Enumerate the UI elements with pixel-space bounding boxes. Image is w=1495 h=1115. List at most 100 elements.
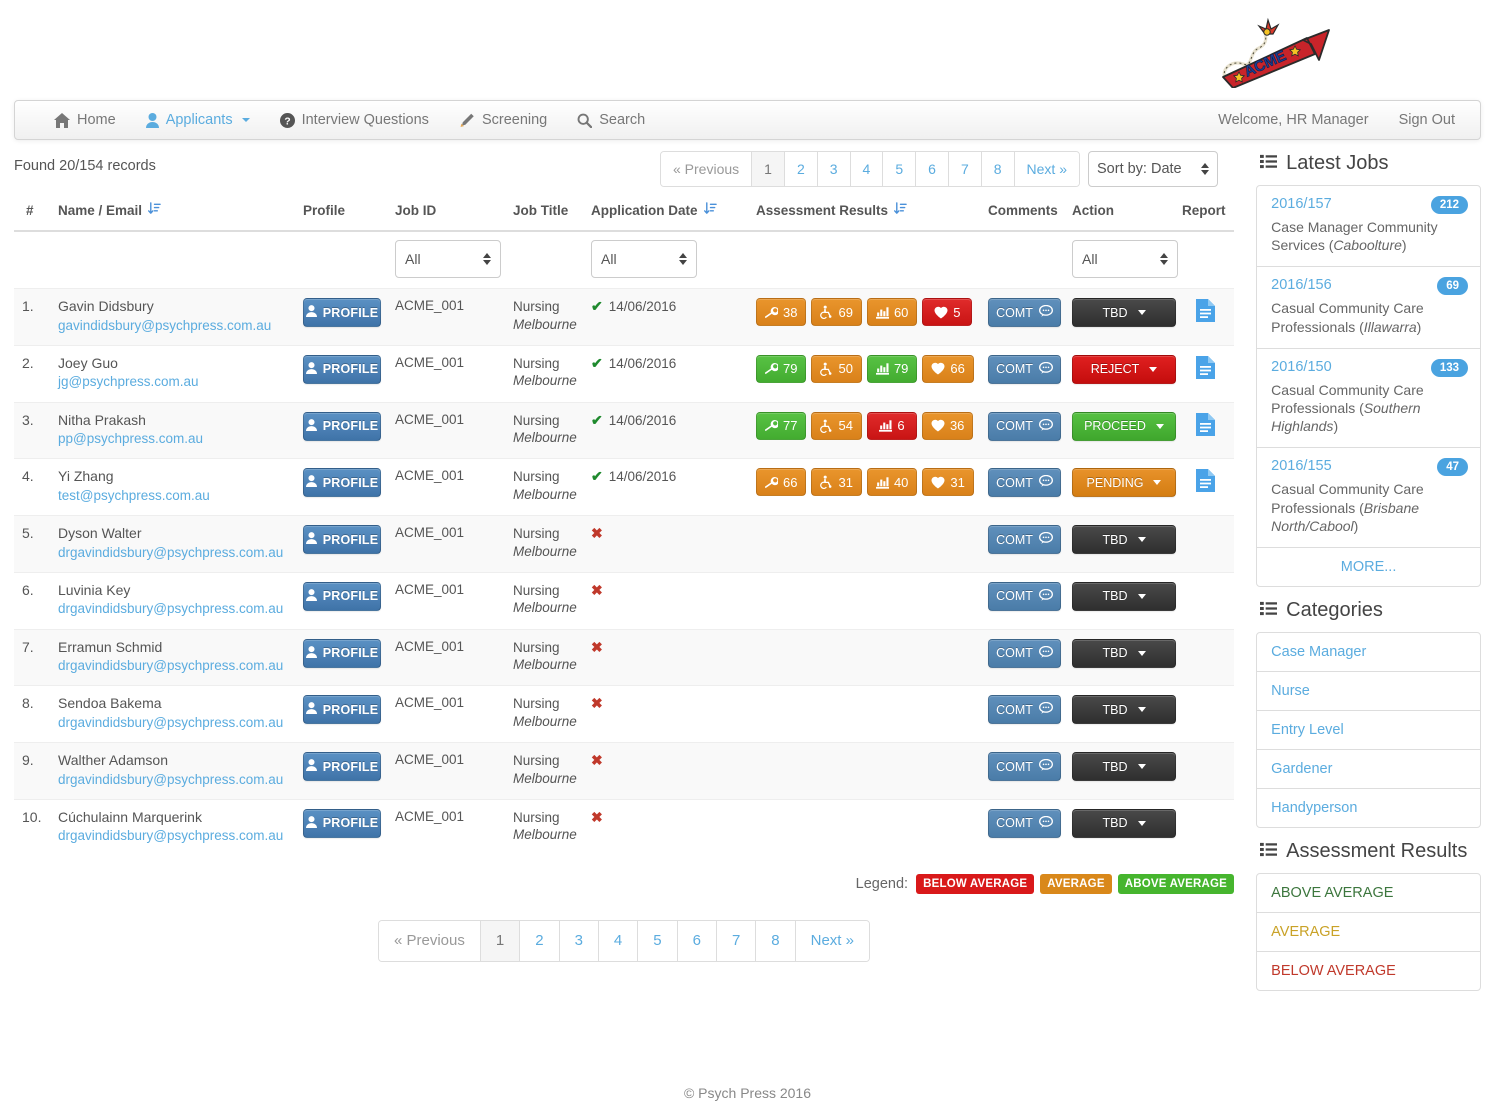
sign-out-link[interactable]: Sign Out: [1384, 101, 1470, 139]
pagination-page-6[interactable]: 6: [916, 152, 949, 186]
report-document-icon[interactable]: [1195, 412, 1216, 440]
pagination-page-4[interactable]: 4: [850, 152, 884, 186]
profile-button[interactable]: PROFILE: [303, 638, 381, 668]
action-dropdown-button[interactable]: TBD: [1072, 298, 1176, 327]
comment-button[interactable]: COMT: [988, 468, 1061, 498]
assessment-score-badge[interactable]: 69: [811, 298, 862, 326]
profile-button[interactable]: PROFILE: [303, 808, 381, 838]
pagination-page-4-bottom[interactable]: 4: [598, 920, 639, 961]
nav-item-screening[interactable]: Screening: [444, 101, 562, 139]
category-item-entry-level[interactable]: Entry Level: [1257, 711, 1480, 750]
applicant-email-link[interactable]: drgavindidsbury@psychpress.com.au: [58, 599, 291, 619]
assessment-score-badge[interactable]: 31: [811, 468, 862, 497]
profile-button[interactable]: PROFILE: [303, 752, 381, 781]
assessment-score-badge[interactable]: 36: [921, 411, 974, 440]
pagination-page-1-bottom[interactable]: 1: [480, 920, 521, 961]
sort-icon[interactable]: [703, 202, 717, 218]
sort-icon[interactable]: [148, 202, 161, 218]
job-id-filter-select[interactable]: All: [395, 240, 501, 278]
list-item[interactable]: 212 2016/157 Case Manager Community Serv…: [1257, 186, 1480, 268]
assessment-score-badge[interactable]: 31: [922, 468, 974, 497]
comment-button[interactable]: COMT: [988, 298, 1061, 327]
action-dropdown-button[interactable]: TBD: [1072, 695, 1176, 725]
pagination-page-8-bottom[interactable]: 8: [756, 920, 796, 961]
pagination-page-5[interactable]: 5: [883, 152, 917, 186]
comment-button[interactable]: COMT: [988, 581, 1061, 611]
action-dropdown-button[interactable]: TBD: [1072, 752, 1176, 781]
assessment-filter-below-average[interactable]: BELOW AVERAGE: [1257, 952, 1480, 990]
th-application-date[interactable]: Application Date: [585, 192, 750, 232]
profile-button[interactable]: PROFILE: [303, 468, 381, 498]
action-dropdown-button[interactable]: TBD: [1072, 808, 1176, 838]
pagination-next[interactable]: Next »: [1014, 152, 1079, 186]
assessment-score-badge[interactable]: 79: [756, 354, 807, 383]
assessment-score-badge[interactable]: 66: [922, 354, 974, 383]
category-item-case-manager[interactable]: Case Manager: [1257, 633, 1480, 672]
applicant-email-link[interactable]: jg@psychpress.com.au: [58, 372, 291, 392]
assessment-score-badge[interactable]: 60: [866, 298, 918, 326]
pagination-previous-bottom[interactable]: « Previous: [379, 920, 481, 961]
applicant-email-link[interactable]: test@psychpress.com.au: [58, 486, 291, 506]
applicant-email-link[interactable]: drgavindidsbury@psychpress.com.au: [58, 656, 291, 676]
comment-button[interactable]: COMT: [988, 354, 1061, 384]
pagination-next-bottom[interactable]: Next »: [795, 920, 869, 961]
applicant-email-link[interactable]: drgavindidsbury@psychpress.com.au: [58, 543, 291, 563]
assessment-score-badge[interactable]: 38: [756, 298, 807, 326]
nav-item-applicants[interactable]: Applicants: [131, 101, 265, 139]
pagination-previous[interactable]: « Previous: [661, 152, 753, 186]
sort-icon[interactable]: [894, 202, 907, 218]
category-item-handyperson[interactable]: Handyperson: [1257, 789, 1480, 827]
profile-button[interactable]: PROFILE: [303, 695, 381, 725]
pagination-page-8[interactable]: 8: [981, 152, 1015, 186]
applicant-email-link[interactable]: pp@psychpress.com.au: [58, 429, 291, 449]
comment-button[interactable]: COMT: [988, 808, 1061, 838]
nav-item-home[interactable]: Home: [39, 101, 131, 139]
assessment-score-badge[interactable]: 66: [756, 468, 807, 497]
pagination-page-7-bottom[interactable]: 7: [716, 920, 757, 961]
action-dropdown-button[interactable]: PROCEED: [1072, 411, 1176, 441]
applicant-email-link[interactable]: drgavindidsbury@psychpress.com.au: [58, 713, 291, 733]
comment-button[interactable]: COMT: [988, 695, 1061, 725]
assessment-score-badge[interactable]: 77: [756, 411, 807, 440]
nav-item-search[interactable]: Search: [562, 101, 660, 139]
action-dropdown-button[interactable]: PENDING: [1072, 468, 1176, 498]
app-date-filter-select[interactable]: All: [591, 240, 697, 278]
profile-button[interactable]: PROFILE: [303, 525, 381, 554]
th-assessment-results[interactable]: Assessment Results: [750, 192, 982, 232]
sort-by-select[interactable]: Sort by: Date: [1088, 151, 1218, 187]
applicant-email-link[interactable]: gavindidsbury@psychpress.com.au: [58, 316, 291, 336]
assessment-score-badge[interactable]: 6: [866, 411, 917, 440]
assessment-score-badge[interactable]: 79: [866, 354, 918, 383]
assessment-filter-above-average[interactable]: ABOVE AVERAGE: [1257, 874, 1480, 913]
list-item[interactable]: 47 2016/155 Casual Community Care Profes…: [1257, 448, 1480, 548]
assessment-score-badge[interactable]: 50: [811, 354, 862, 383]
action-dropdown-button[interactable]: REJECT: [1072, 354, 1176, 384]
assessment-score-badge[interactable]: 5: [922, 298, 973, 326]
latest-jobs-more-link[interactable]: MORE...: [1257, 548, 1480, 586]
assessment-filter-average[interactable]: AVERAGE: [1257, 913, 1480, 952]
th-name-email[interactable]: Name / Email: [52, 192, 297, 232]
list-item[interactable]: 133 2016/150 Casual Community Care Profe…: [1257, 349, 1480, 449]
category-item-gardener[interactable]: Gardener: [1257, 750, 1480, 789]
pagination-page-7[interactable]: 7: [948, 152, 982, 186]
assessment-score-badge[interactable]: 54: [811, 411, 862, 440]
report-document-icon[interactable]: [1195, 468, 1216, 496]
pagination-page-1[interactable]: 1: [752, 152, 785, 186]
comment-button[interactable]: COMT: [988, 525, 1061, 554]
action-filter-select[interactable]: All: [1072, 240, 1178, 278]
report-document-icon[interactable]: [1195, 298, 1216, 326]
list-item[interactable]: 69 2016/156 Casual Community Care Profes…: [1257, 267, 1480, 349]
comment-button[interactable]: COMT: [988, 638, 1061, 668]
profile-button[interactable]: PROFILE: [303, 411, 381, 441]
category-item-nurse[interactable]: Nurse: [1257, 672, 1480, 711]
nav-item-interview-questions[interactable]: ? Interview Questions: [265, 101, 444, 139]
comment-button[interactable]: COMT: [988, 752, 1061, 781]
report-document-icon[interactable]: [1195, 355, 1216, 383]
pagination-page-2[interactable]: 2: [784, 152, 818, 186]
pagination-page-2-bottom[interactable]: 2: [520, 920, 560, 961]
pagination-page-3[interactable]: 3: [817, 152, 851, 186]
action-dropdown-button[interactable]: TBD: [1072, 638, 1176, 668]
pagination-page-5-bottom[interactable]: 5: [638, 920, 678, 961]
applicant-email-link[interactable]: drgavindidsbury@psychpress.com.au: [58, 770, 291, 790]
action-dropdown-button[interactable]: TBD: [1072, 581, 1176, 611]
